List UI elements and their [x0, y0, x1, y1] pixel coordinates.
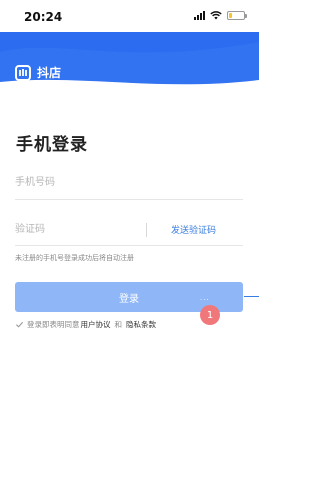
- agreement-row: 登录即表明同意 用户协议 和 隐私条款: [15, 319, 157, 330]
- page-title: 手机登录: [16, 135, 88, 155]
- status-time: 20:24: [24, 10, 63, 24]
- more-indicator: ...: [200, 294, 210, 302]
- code-input[interactable]: [15, 215, 143, 244]
- status-bar: 20:24: [0, 0, 259, 32]
- check-icon[interactable]: [15, 320, 24, 329]
- battery-level: [229, 13, 232, 18]
- agreement-prefix: 登录即表明同意: [27, 320, 80, 329]
- send-code-button[interactable]: 发送验证码: [171, 223, 216, 236]
- privacy-policy-link[interactable]: 隐私条款: [126, 319, 156, 330]
- header-banner: 抖店: [0, 32, 259, 98]
- register-hint: 未注册的手机号登录成功后将自动注册: [15, 254, 134, 262]
- brand-name: 抖店: [37, 66, 62, 80]
- agreement-and: 和: [114, 320, 123, 329]
- status-icons: [194, 11, 247, 20]
- phone-field[interactable]: [15, 168, 243, 200]
- annotation-pointer-line: [244, 296, 259, 297]
- doudian-logo-icon: [15, 64, 31, 81]
- signal-bars-icon: [194, 11, 205, 20]
- annotation-badge: 1: [200, 305, 220, 325]
- user-agreement-link[interactable]: 用户协议: [81, 319, 111, 330]
- code-divider: [146, 222, 147, 237]
- phone-input[interactable]: [15, 168, 243, 196]
- brand: 抖店: [15, 64, 61, 81]
- wifi-icon: [210, 11, 222, 20]
- code-field[interactable]: 发送验证码: [15, 214, 243, 246]
- battery-low-icon: [227, 11, 247, 20]
